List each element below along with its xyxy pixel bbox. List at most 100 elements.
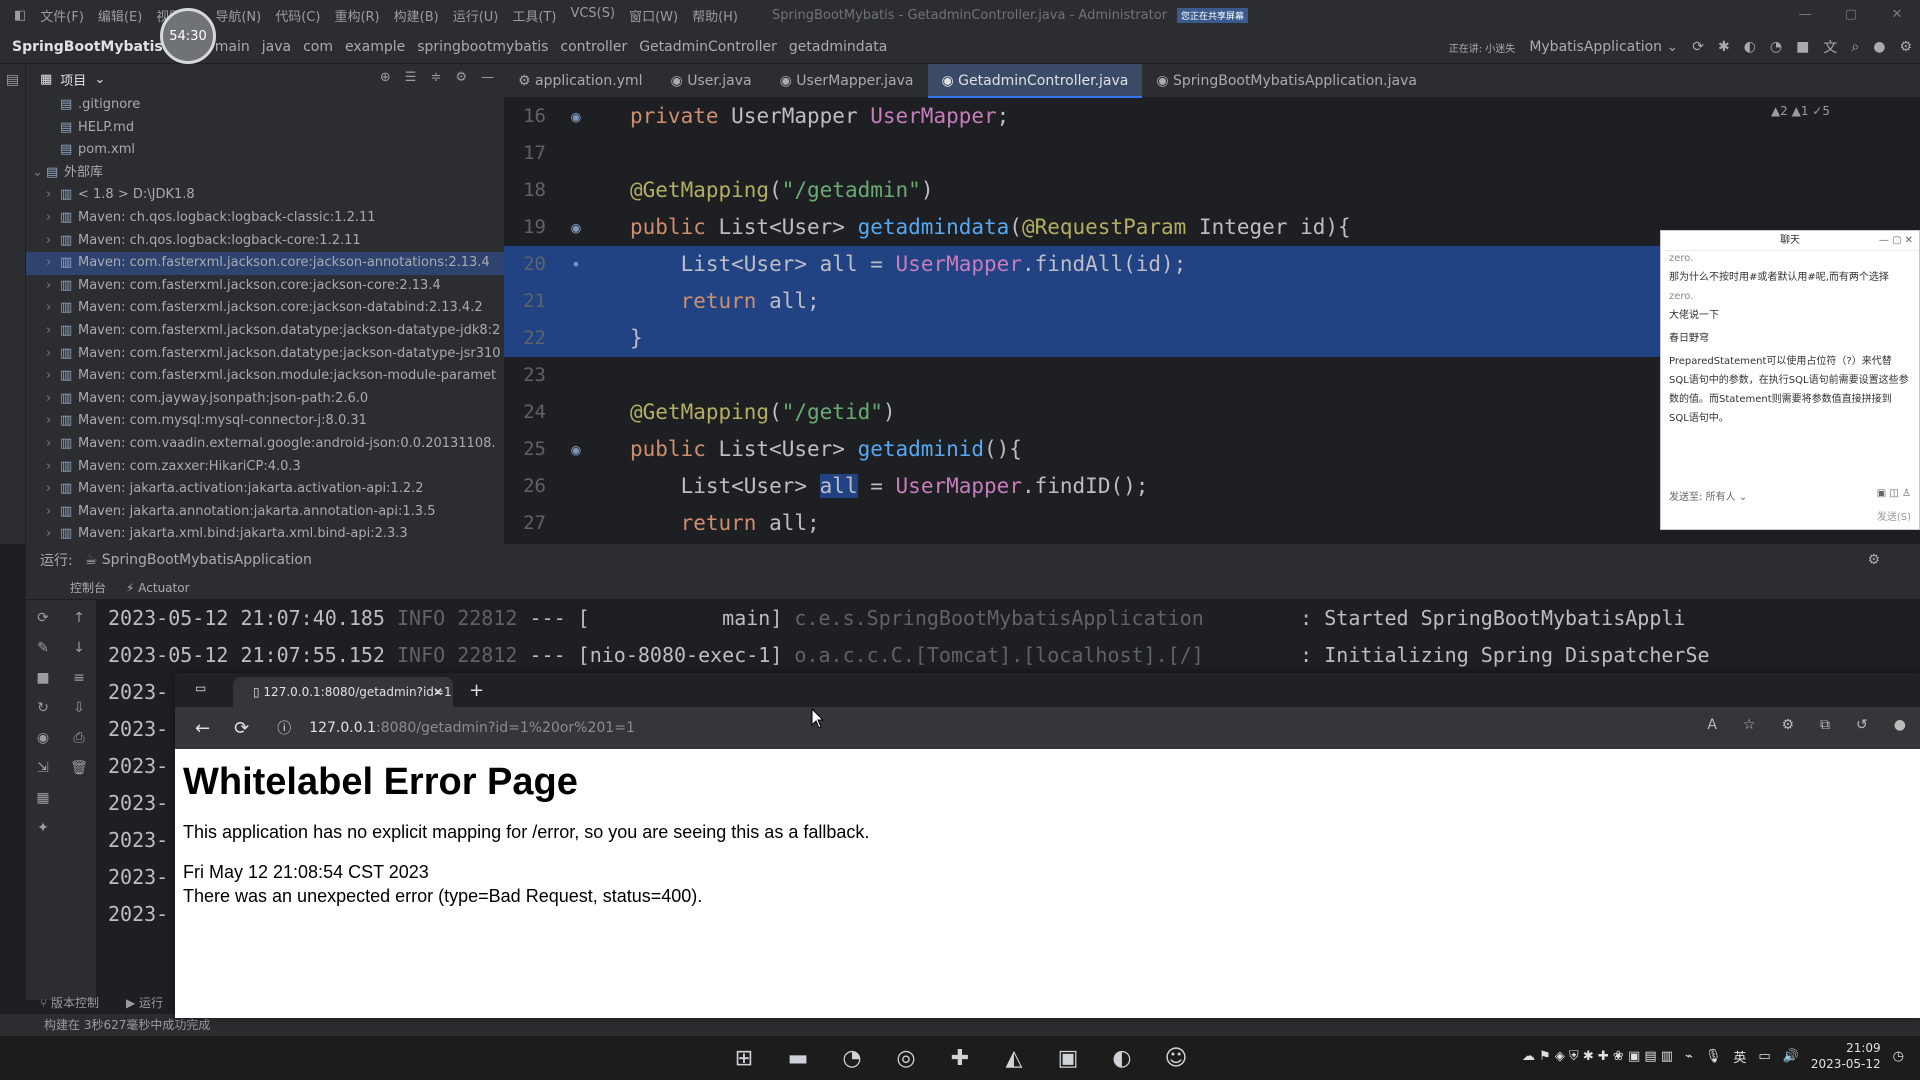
- chevron-icon[interactable]: ›: [46, 252, 60, 275]
- chevron-icon[interactable]: ›: [46, 230, 60, 253]
- network-icon[interactable]: ⌁: [1685, 1049, 1693, 1064]
- run-tool-button[interactable]: ▶ 运行: [126, 992, 163, 1014]
- tree-item[interactable]: › ▥ Maven: com.vaadin.external.google:andr…: [26, 433, 504, 456]
- tree-item[interactable]: › ▥ Maven: com.fasterxml.jackson.core:jack…: [26, 252, 504, 275]
- chevron-icon[interactable]: ›: [46, 388, 60, 411]
- browser-tab[interactable]: ▯ 127.0.0.1:8080/getadmin?id=1 o ✕: [233, 677, 453, 729]
- chevron-icon[interactable]: ›: [46, 365, 60, 388]
- refresh-icon[interactable]: ⟳: [234, 718, 249, 739]
- tab-actuator[interactable]: ⚡ Actuator: [126, 581, 190, 595]
- editor-tab[interactable]: ◉ User.java: [657, 64, 766, 98]
- gutter-icon[interactable]: ◉: [546, 431, 606, 468]
- history-icon[interactable]: ↺: [1856, 717, 1868, 733]
- intellij-icon[interactable]: ▣: [1052, 1042, 1084, 1074]
- clock[interactable]: 21:09 2023-05-12: [1811, 1040, 1881, 1072]
- menu-item[interactable]: 重构(R): [334, 6, 379, 25]
- meeting-icon[interactable]: ◭: [998, 1042, 1030, 1074]
- menu-item[interactable]: 帮助(H): [692, 6, 738, 25]
- menu-item[interactable]: 文件(F): [40, 6, 84, 25]
- code-line[interactable]: 17: [504, 135, 1920, 172]
- chevron-icon[interactable]: ›: [46, 501, 60, 524]
- restart-icon[interactable]: ↻: [32, 700, 54, 716]
- menu-item[interactable]: VCS(S): [570, 6, 615, 25]
- collapse-all-icon[interactable]: ≑: [430, 70, 441, 85]
- print-icon[interactable]: ⎙: [68, 730, 90, 746]
- project-name[interactable]: SpringBootMybatis: [12, 39, 163, 55]
- layout-icon[interactable]: ▦: [32, 790, 54, 806]
- chevron-icon[interactable]: ›: [46, 207, 60, 230]
- chevron-icon[interactable]: ›: [46, 456, 60, 479]
- chevron-icon[interactable]: ›: [46, 184, 60, 207]
- tree-item[interactable]: › ▥ Maven: com.fasterxml.jackson.core:jack…: [26, 275, 504, 298]
- breadcrumb-item[interactable]: example: [345, 39, 405, 55]
- gutter-icon[interactable]: ◉: [546, 209, 606, 246]
- inspection-widget[interactable]: ▲2 ▲1 ✓5: [1771, 104, 1830, 118]
- tree-item[interactable]: › ▥ Maven: com.fasterxml.jackson.datatype:…: [26, 343, 504, 366]
- editor-tab[interactable]: ◉ SpringBootMybatisApplication.java: [1142, 64, 1431, 98]
- menu-item[interactable]: 代码(C): [275, 6, 320, 25]
- camera-icon[interactable]: ◉: [32, 730, 54, 746]
- read-aloud-icon[interactable]: A: [1707, 717, 1717, 733]
- tree-item[interactable]: › ▥ < 1.8 > D:\JDK1.8: [26, 184, 504, 207]
- editor-tab[interactable]: ◉ UserMapper.java: [766, 64, 928, 98]
- wrench-icon[interactable]: ✎: [32, 640, 54, 656]
- tree-item[interactable]: › ▥ Maven: jakarta.xml.bind:jakarta.xml.bi…: [26, 523, 504, 546]
- send-to-select[interactable]: 所有人 ⌄: [1706, 492, 1748, 503]
- wrap-icon[interactable]: ≡: [68, 670, 90, 686]
- maximize-button[interactable]: ▢: [1828, 0, 1874, 30]
- chevron-icon[interactable]: ›: [46, 478, 60, 501]
- menu-item[interactable]: 导航(N): [215, 6, 261, 25]
- project-tool-icon[interactable]: ▤: [0, 72, 25, 88]
- new-tab-button[interactable]: +: [469, 680, 484, 701]
- close-button[interactable]: ✕: [1874, 0, 1920, 30]
- close-tab-icon[interactable]: ✕: [433, 677, 443, 707]
- menu-item[interactable]: 构建(B): [394, 6, 439, 25]
- breadcrumb-item[interactable]: com: [303, 39, 333, 55]
- chat-tools[interactable]: ▣ ◫ ♙: [1877, 488, 1911, 503]
- gear-icon[interactable]: ⚙: [455, 70, 467, 85]
- tree-item[interactable]: › ▥ Maven: com.fasterxml.jackson.core:jack…: [26, 297, 504, 320]
- back-icon[interactable]: ←: [195, 718, 210, 739]
- app-icon[interactable]: ✚: [944, 1042, 976, 1074]
- hide-icon[interactable]: —: [481, 70, 494, 85]
- display-icon[interactable]: ▭: [1758, 1049, 1770, 1064]
- chevron-icon[interactable]: ›: [46, 343, 60, 366]
- chevron-icon[interactable]: ›: [46, 410, 60, 433]
- locate-icon[interactable]: ⊕: [380, 70, 391, 85]
- chevron-icon[interactable]: ›: [46, 320, 60, 343]
- gutter-icon[interactable]: ◉: [546, 98, 606, 135]
- breadcrumb-item[interactable]: getadmindata: [789, 39, 887, 55]
- settings-icon[interactable]: ⚙: [1899, 39, 1912, 55]
- tree-item[interactable]: ▤ .gitignore: [26, 94, 504, 117]
- stop-icon[interactable]: ■: [1796, 39, 1809, 55]
- translate-icon[interactable]: 文: [1823, 37, 1837, 57]
- tree-item[interactable]: › ▥ Maven: jakarta.annotation:jakarta.anno…: [26, 501, 504, 524]
- menu-item[interactable]: 编辑(E): [98, 6, 142, 25]
- breadcrumb-item[interactable]: GetadminController: [639, 39, 777, 55]
- tree-item[interactable]: › ▥ Maven: com.jayway.jsonpath:json-path:2…: [26, 388, 504, 411]
- breadcrumb-item[interactable]: main: [215, 39, 250, 55]
- minimize-button[interactable]: —: [1782, 0, 1828, 30]
- file-explorer-icon[interactable]: ▬: [782, 1042, 814, 1074]
- rerun-icon[interactable]: ⟳: [1692, 39, 1704, 55]
- start-icon[interactable]: ⊞: [728, 1042, 760, 1074]
- version-control-button[interactable]: ⑂ 版本控制: [40, 992, 99, 1014]
- menu-item[interactable]: 运行(U): [453, 6, 499, 25]
- chat-window-controls[interactable]: — ▢ ✕: [1879, 231, 1913, 251]
- tree-item[interactable]: › ▥ Maven: jakarta.activation:jakarta.acti…: [26, 478, 504, 501]
- menu-item[interactable]: 窗口(W): [629, 6, 678, 25]
- chevron-icon[interactable]: ›: [46, 523, 60, 546]
- expand-all-icon[interactable]: ☰: [405, 70, 417, 85]
- chevron-icon[interactable]: ›: [46, 275, 60, 298]
- tool-icon[interactable]: ◐: [1106, 1042, 1138, 1074]
- editor-tab[interactable]: ⚙ application.yml: [504, 64, 657, 98]
- pin-icon[interactable]: ✦: [32, 820, 54, 836]
- export-icon[interactable]: ⇲: [32, 760, 54, 776]
- tree-item[interactable]: › ▥ Maven: ch.qos.logback:logback-classic:…: [26, 207, 504, 230]
- update-icon[interactable]: ●: [1873, 39, 1885, 55]
- input-language[interactable]: 英: [1733, 1047, 1746, 1066]
- url-input[interactable]: 127.0.0.1:8080/getadmin?id=1%20or%201=1: [309, 720, 635, 736]
- send-button[interactable]: 发送(S): [1877, 508, 1911, 523]
- editor-tab[interactable]: ◉ GetadminController.java: [927, 63, 1143, 98]
- info-icon[interactable]: ⓘ: [277, 718, 291, 738]
